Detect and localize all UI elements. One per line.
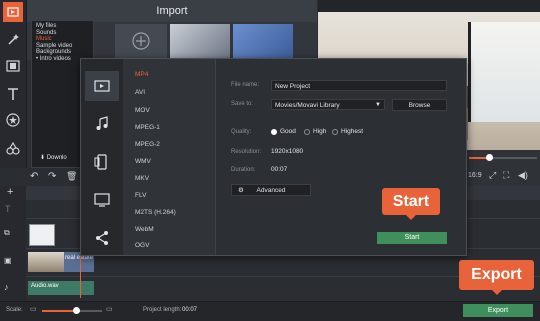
timeline-toolbar: ↶ ↷ 🗑 xyxy=(0,168,80,186)
format-item[interactable]: WMV xyxy=(135,158,151,165)
quality-good-radio[interactable] xyxy=(271,129,277,135)
thumbnail[interactable] xyxy=(170,24,230,58)
filmstrip-icon[interactable] xyxy=(3,56,23,76)
thumbnail[interactable] xyxy=(115,24,167,58)
track-headers: + T ⧉ ▣ ♪ xyxy=(0,186,26,301)
audio-track-icon: ♪ xyxy=(4,282,9,292)
quality-high-radio[interactable] xyxy=(304,129,310,135)
audio-category-icon[interactable] xyxy=(85,109,119,139)
scale-slider-fill xyxy=(42,310,76,312)
advanced-label: Advanced xyxy=(256,187,286,194)
clip-label: Audio.wav xyxy=(31,283,59,289)
format-item[interactable]: MPEG-2 xyxy=(135,141,160,148)
window-image xyxy=(468,22,540,122)
title-track-icon: T xyxy=(5,204,11,214)
start-button[interactable]: Start xyxy=(377,232,447,244)
format-list: MP4 AVI MOV MPEG-1 MPEG-2 WMV MKV FLV M2… xyxy=(123,59,216,255)
quality-highest-label: Highest xyxy=(341,128,364,135)
clip-thumbnail xyxy=(28,252,64,272)
duration-label: Duration: xyxy=(231,167,256,173)
import-panel-title: Import xyxy=(27,0,317,22)
resolution-value: 1920x1080 xyxy=(271,148,304,155)
redo-icon[interactable]: ↷ xyxy=(48,171,56,182)
crop-icon[interactable]: ⤢ xyxy=(489,170,496,181)
project-length-value: 00:07 xyxy=(182,307,198,313)
preview-topbar xyxy=(318,0,540,12)
thumbnail[interactable] xyxy=(233,24,293,58)
export-callout: Export xyxy=(459,260,534,295)
save-to-value: Movies/Movavi Library xyxy=(275,102,340,109)
quality-label: Quality: xyxy=(231,129,252,135)
titles-icon[interactable] xyxy=(3,84,23,104)
export-categories xyxy=(81,59,123,255)
export-button[interactable]: Export xyxy=(463,304,533,317)
format-item[interactable]: M2TS (H.264) xyxy=(135,209,176,216)
format-item[interactable]: MKV xyxy=(135,175,149,182)
format-item[interactable]: WebM xyxy=(135,226,154,233)
aspect-ratio-button[interactable]: 16:9 xyxy=(468,172,482,179)
trash-icon[interactable]: 🗑 xyxy=(66,171,77,182)
quality-good-label: Good xyxy=(280,128,296,135)
add-track-icon[interactable]: + xyxy=(7,186,13,198)
video-category-icon[interactable] xyxy=(85,71,119,101)
devices-category-icon[interactable] xyxy=(85,147,119,177)
gear-icon: ⚙ xyxy=(238,187,244,194)
scale-slider-handle[interactable] xyxy=(73,307,80,314)
stickers-icon[interactable] xyxy=(3,110,23,130)
project-length-label: Project length: xyxy=(143,307,182,313)
share-category-icon[interactable] xyxy=(85,223,119,253)
download-button[interactable]: ⬇ Downlo xyxy=(40,155,67,162)
format-item[interactable]: FLV xyxy=(135,192,146,199)
format-item[interactable]: AVI xyxy=(135,89,145,96)
add-media-icon xyxy=(132,32,150,50)
resolution-label: Resolution: xyxy=(231,149,262,155)
format-item[interactable]: MOV xyxy=(135,107,150,114)
scale-label: Scale: xyxy=(6,307,23,313)
quality-highest-radio[interactable] xyxy=(332,129,338,135)
advanced-button[interactable]: ⚙ Advanced xyxy=(231,184,311,196)
format-item[interactable]: MPEG-1 xyxy=(135,124,160,131)
file-name-label: File name: xyxy=(231,82,260,88)
save-to-select[interactable]: Movies/Movavi Library ▼ xyxy=(271,99,385,110)
overlay-track-icon: ⧉ xyxy=(4,228,10,237)
tv-category-icon[interactable] xyxy=(85,185,119,215)
import-tool-icon[interactable] xyxy=(3,2,23,22)
video-track-icon: ▣ xyxy=(4,256,12,265)
quality-high-label: High xyxy=(313,128,327,135)
preview-controls: 16:9 ⤢ ⛶ ◀) xyxy=(465,150,540,186)
zoom-in-icon[interactable]: ▭ xyxy=(106,305,113,313)
start-callout: Start xyxy=(382,188,440,220)
duration-value: 00:07 xyxy=(271,166,288,173)
save-to-label: Save to: xyxy=(231,101,254,107)
download-icon: ⬇ xyxy=(40,155,47,161)
magic-wand-icon[interactable] xyxy=(3,30,23,50)
transitions-icon[interactable] xyxy=(3,138,23,158)
browse-button[interactable]: Browse xyxy=(392,99,447,111)
chevron-down-icon: ▼ xyxy=(375,102,381,108)
fullscreen-icon[interactable]: ⛶ xyxy=(503,170,509,181)
export-dialog: MP4 AVI MOV MPEG-1 MPEG-2 WMV MKV FLV M2… xyxy=(80,58,467,256)
audio-clip[interactable]: Audio.wav xyxy=(28,281,94,295)
volume-icon[interactable]: ◀) xyxy=(518,170,528,181)
zoom-out-icon[interactable]: ▭ xyxy=(30,305,37,313)
format-item[interactable]: MP4 xyxy=(135,71,148,78)
seek-handle[interactable] xyxy=(486,154,493,161)
undo-icon[interactable]: ↶ xyxy=(30,171,38,182)
file-name-input[interactable]: New Project xyxy=(271,80,447,91)
format-item[interactable]: OGV xyxy=(135,242,149,249)
status-bar: Scale: ▭ ▭ Project length: 00:07 Export xyxy=(0,301,540,321)
overlay-clip[interactable] xyxy=(29,224,55,246)
